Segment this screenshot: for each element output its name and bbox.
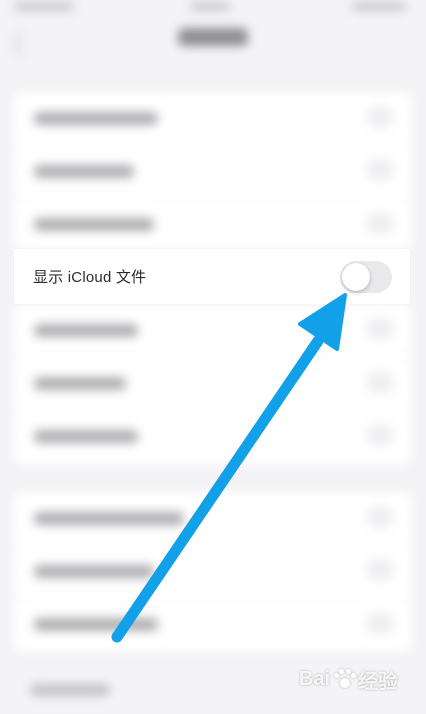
blurred-background — [0, 0, 426, 714]
baidu-watermark: Bai 经验 — [299, 665, 398, 694]
list-item[interactable] — [14, 410, 412, 462]
list-item[interactable] — [14, 145, 412, 198]
list-item[interactable] — [14, 545, 412, 598]
watermark-suffix: 经验 — [358, 671, 398, 693]
list-item[interactable] — [14, 304, 412, 357]
icloud-files-label: 显示 iCloud 文件 — [33, 269, 147, 286]
list-item[interactable] — [14, 92, 412, 145]
icloud-files-row[interactable]: 显示 iCloud 文件 — [14, 249, 410, 304]
section-label — [30, 684, 110, 696]
paw-icon — [333, 668, 356, 691]
watermark-text: Bai — [298, 668, 330, 690]
list-item[interactable] — [14, 492, 412, 545]
list-item[interactable] — [14, 357, 412, 410]
status-time — [14, 2, 74, 11]
list-item[interactable] — [14, 198, 412, 250]
status-bar — [0, 0, 426, 22]
settings-group-top — [14, 92, 412, 249]
back-chevron-icon[interactable] — [10, 32, 35, 57]
status-icons — [352, 2, 406, 11]
list-item[interactable] — [14, 598, 412, 650]
settings-group-bottom — [14, 492, 412, 652]
icloud-files-toggle[interactable] — [340, 261, 392, 293]
nav-title — [178, 28, 248, 46]
status-center — [190, 2, 230, 11]
settings-group-middle — [14, 304, 412, 464]
toggle-thumb[interactable] — [342, 263, 370, 291]
